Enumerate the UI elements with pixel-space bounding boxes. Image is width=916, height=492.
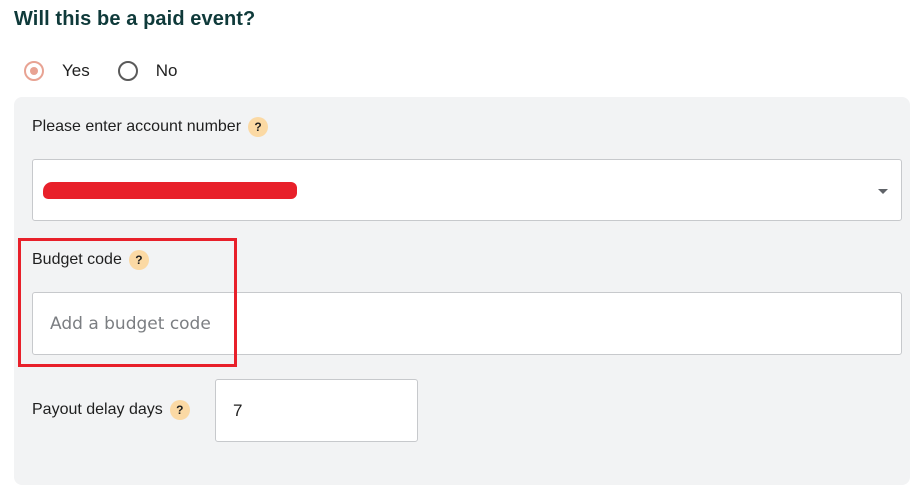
annotation-highlight-box <box>18 238 237 367</box>
paid-event-radio-group: Yes No <box>24 61 205 81</box>
account-number-label-text: Please enter account number <box>32 118 242 135</box>
chevron-down-icon[interactable] <box>878 189 888 194</box>
radio-yes-label[interactable]: Yes <box>62 61 90 81</box>
radio-no-label[interactable]: No <box>156 61 178 81</box>
account-number-select[interactable] <box>32 159 902 221</box>
radio-no[interactable]: No <box>117 61 178 81</box>
payout-delay-input[interactable] <box>215 379 418 442</box>
payout-delay-label-text: Payout delay days <box>32 401 163 418</box>
payout-delay-label: Payout delay days ? <box>32 400 190 420</box>
radio-yes[interactable]: Yes <box>24 61 90 81</box>
payout-help-icon[interactable]: ? <box>169 400 190 420</box>
page: Will this be a paid event? Yes No Please… <box>0 0 916 492</box>
account-number-label: Please enter account number ? <box>32 117 269 137</box>
redacted-account-value-tail <box>233 187 297 199</box>
radio-yes-circle[interactable] <box>24 61 44 81</box>
paid-event-question: Will this be a paid event? <box>14 8 256 30</box>
radio-no-circle[interactable] <box>117 61 138 81</box>
account-help-icon[interactable]: ? <box>248 117 269 137</box>
